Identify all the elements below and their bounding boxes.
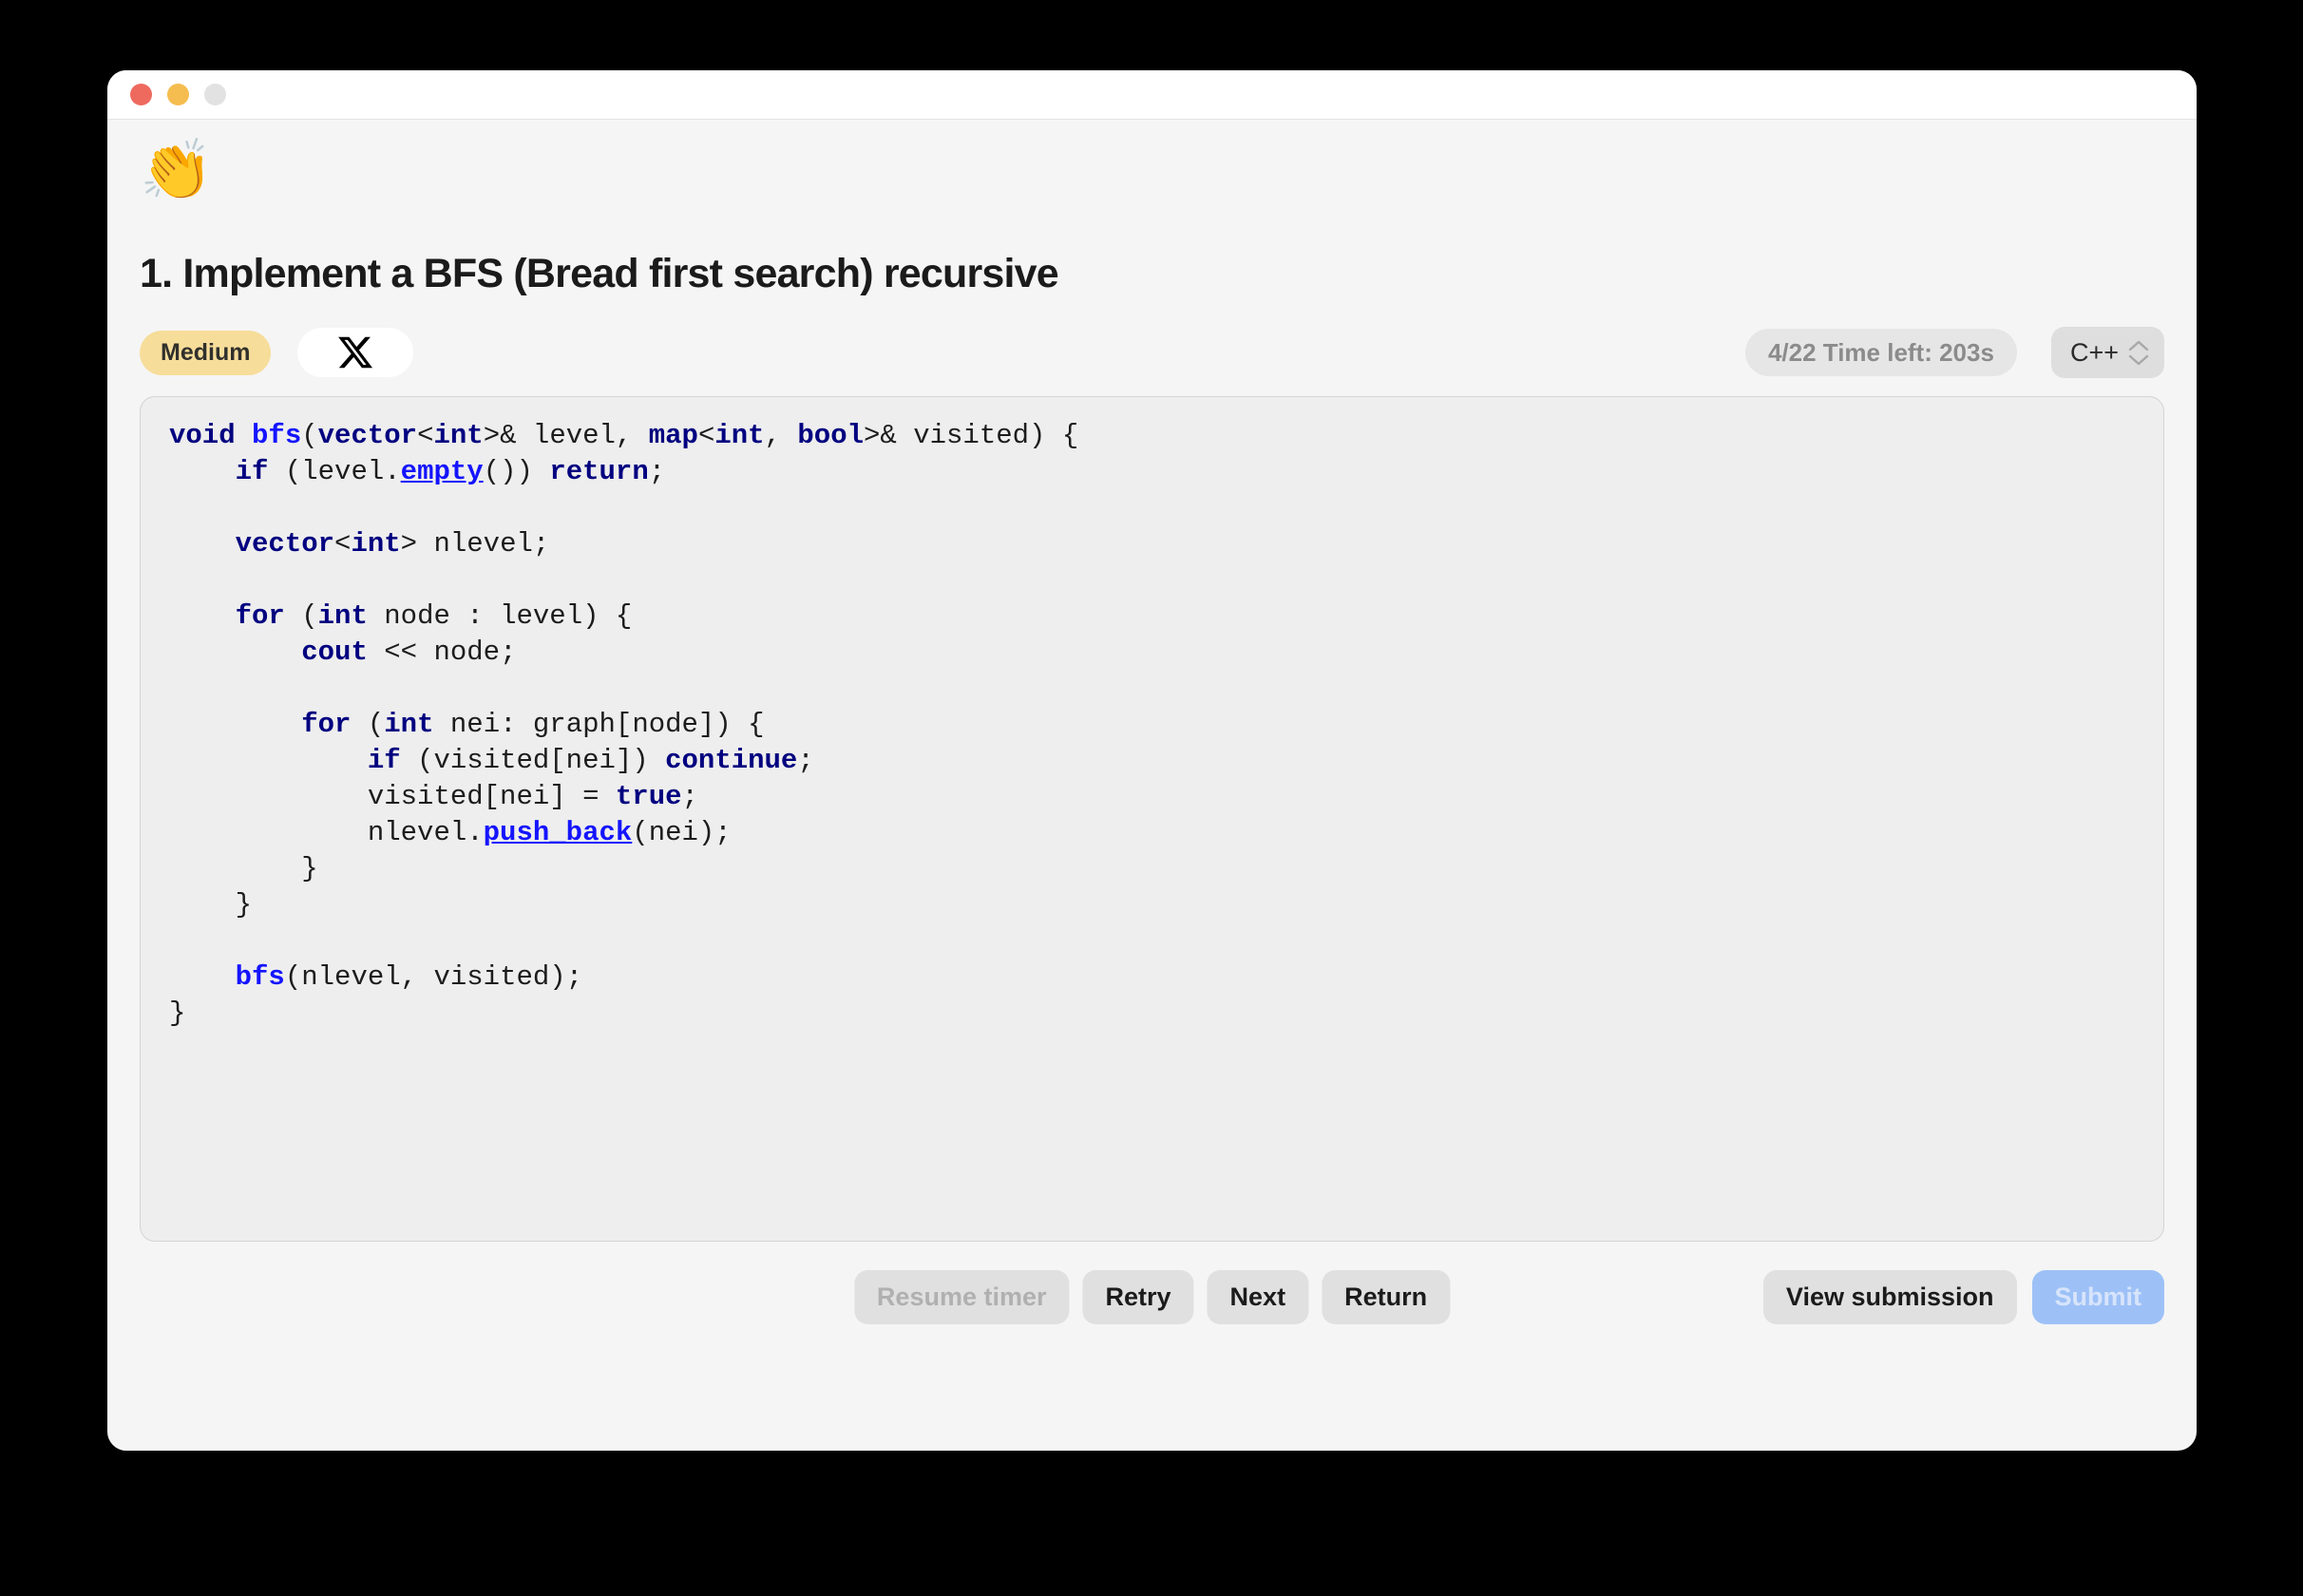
- close-window-button[interactable]: [130, 84, 152, 105]
- minimize-window-button[interactable]: [167, 84, 189, 105]
- right-button-group: View submission Submit: [1762, 1269, 2164, 1324]
- view-submission-button[interactable]: View submission: [1762, 1269, 2017, 1324]
- action-button-row: Resume timer Retry Next Return View subm…: [140, 1266, 2164, 1327]
- window-titlebar: [107, 70, 2197, 120]
- page-title: 1. Implement a BFS (Bread first search) …: [140, 251, 1059, 296]
- page-content: 👏 1. Implement a BFS (Bread first search…: [107, 120, 2197, 1451]
- x-logo-icon: [336, 333, 374, 371]
- next-button[interactable]: Next: [1207, 1269, 1309, 1324]
- difficulty-badge: Medium: [140, 330, 272, 375]
- share-on-x-button[interactable]: [297, 328, 414, 377]
- resume-timer-button[interactable]: Resume timer: [853, 1269, 1070, 1324]
- retry-button[interactable]: Retry: [1082, 1269, 1194, 1324]
- code-editor[interactable]: void bfs(vector<int>& level, map<int, bo…: [140, 396, 2164, 1242]
- submit-button[interactable]: Submit: [2031, 1269, 2164, 1324]
- app-window: 👏 1. Implement a BFS (Bread first search…: [107, 70, 2197, 1451]
- clapping-hands-emoji: 👏: [140, 135, 214, 204]
- language-select[interactable]: C++: [2050, 327, 2164, 378]
- timer-badge: 4/22 Time left: 203s: [1744, 329, 2017, 376]
- language-select-value: C++: [2069, 337, 2119, 367]
- chevron-up-down-icon: [2128, 339, 2149, 367]
- center-button-group: Resume timer Retry Next Return: [853, 1269, 1451, 1324]
- code-editor-content[interactable]: void bfs(vector<int>& level, map<int, bo…: [169, 418, 2135, 1032]
- problem-meta-row: Medium 4/22 Time left: 203s C++: [140, 326, 2164, 379]
- return-button[interactable]: Return: [1322, 1269, 1451, 1324]
- maximize-window-button[interactable]: [204, 84, 226, 105]
